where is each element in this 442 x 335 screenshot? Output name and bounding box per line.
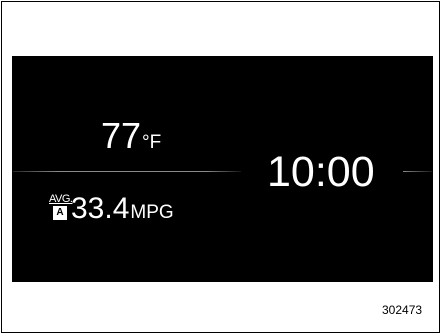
temperature-unit: °F xyxy=(142,132,162,153)
clock-time: 10:00 xyxy=(267,148,375,196)
temperature-value: 77 xyxy=(101,115,142,156)
outside-temperature: 77°F xyxy=(101,118,161,154)
right-divider-line xyxy=(403,171,432,172)
trip-a-badge: A xyxy=(53,206,67,220)
fuel-economy-unit: MPG xyxy=(130,202,174,223)
info-display-screen: 77°F 10:00 AVG. A 33.4MPG xyxy=(12,56,433,282)
left-divider-line xyxy=(13,171,241,172)
avg-label: AVG. xyxy=(49,193,73,205)
figure-frame: 77°F 10:00 AVG. A 33.4MPG 302473 xyxy=(1,1,440,333)
fuel-economy-value: 33.4 xyxy=(71,192,130,225)
figure-id: 302473 xyxy=(382,303,423,317)
average-fuel-economy: 33.4MPG xyxy=(71,194,174,224)
